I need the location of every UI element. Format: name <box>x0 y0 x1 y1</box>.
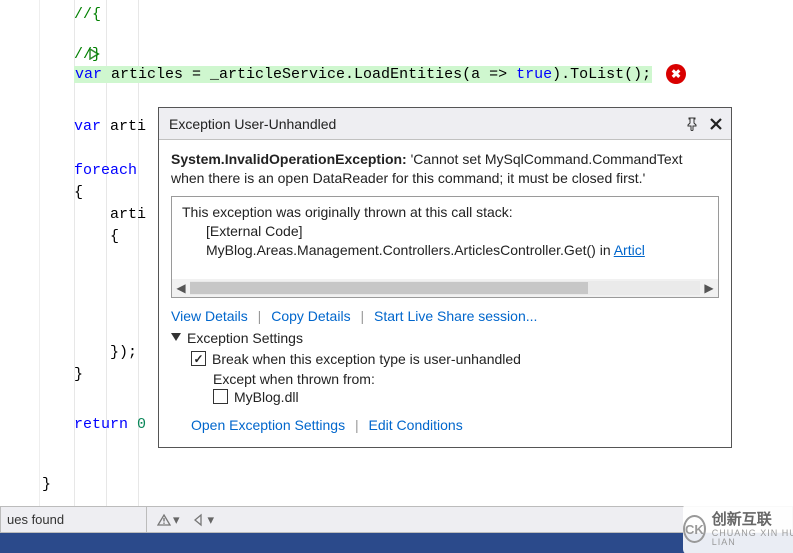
except-when-label: Except when thrown from: <box>213 371 719 387</box>
horizontal-scrollbar[interactable]: ◀ ▶ <box>172 279 718 297</box>
exception-error-icon[interactable] <box>666 64 686 84</box>
root: //{ //} var articles = _articleService.L… <box>0 0 793 553</box>
copy-details-link[interactable]: Copy Details <box>271 308 350 324</box>
scroll-left-icon[interactable]: ◀ <box>172 281 190 295</box>
except-dll-checkbox[interactable]: MyBlog.dll <box>213 389 299 405</box>
edit-conditions-link[interactable]: Edit Conditions <box>369 417 463 433</box>
scroll-right-icon[interactable]: ▶ <box>700 281 718 295</box>
open-exception-settings-link[interactable]: Open Exception Settings <box>191 417 345 433</box>
exception-popup: Exception User-Unhandled System.InvalidO… <box>158 107 732 448</box>
exception-message: System.InvalidOperationException: 'Canno… <box>171 150 719 188</box>
exception-links: View Details | Copy Details | Start Live… <box>171 308 719 324</box>
exception-settings-header[interactable]: Exception Settings <box>171 330 719 346</box>
call-stack-box: This exception was originally thrown at … <box>171 196 719 298</box>
popup-body: System.InvalidOperationException: 'Canno… <box>159 140 731 447</box>
code-line[interactable]: //} <box>40 44 793 66</box>
status-left-panel[interactable]: ues found <box>1 507 147 532</box>
break-when-unhandled-checkbox[interactable]: ✓ Break when this exception type is user… <box>191 351 521 367</box>
warning-dropdown[interactable]: ▾ <box>157 512 180 528</box>
editor-gutter <box>0 0 40 553</box>
collapse-triangle-icon[interactable] <box>171 333 181 343</box>
nav-back-icon[interactable]: ▾ <box>192 512 215 528</box>
code-line[interactable]: //{ <box>40 4 793 26</box>
bottom-debug-bar <box>0 533 793 553</box>
call-stack-text[interactable]: This exception was originally thrown at … <box>172 199 718 279</box>
scrollbar-thumb[interactable] <box>190 282 588 294</box>
start-live-share-link[interactable]: Start Live Share session... <box>374 308 537 324</box>
popup-title: Exception User-Unhandled <box>169 116 677 132</box>
popup-header[interactable]: Exception User-Unhandled <box>159 108 731 140</box>
close-icon[interactable] <box>707 115 725 133</box>
stack-source-link[interactable]: Articl <box>614 242 645 258</box>
exception-settings-section: Exception Settings ✓ Break when this exc… <box>171 330 719 434</box>
code-line[interactable]: } <box>40 474 793 496</box>
status-bar: ues found ▾ ▾ <box>0 506 793 533</box>
pin-icon[interactable] <box>683 115 701 133</box>
view-details-link[interactable]: View Details <box>171 308 248 324</box>
